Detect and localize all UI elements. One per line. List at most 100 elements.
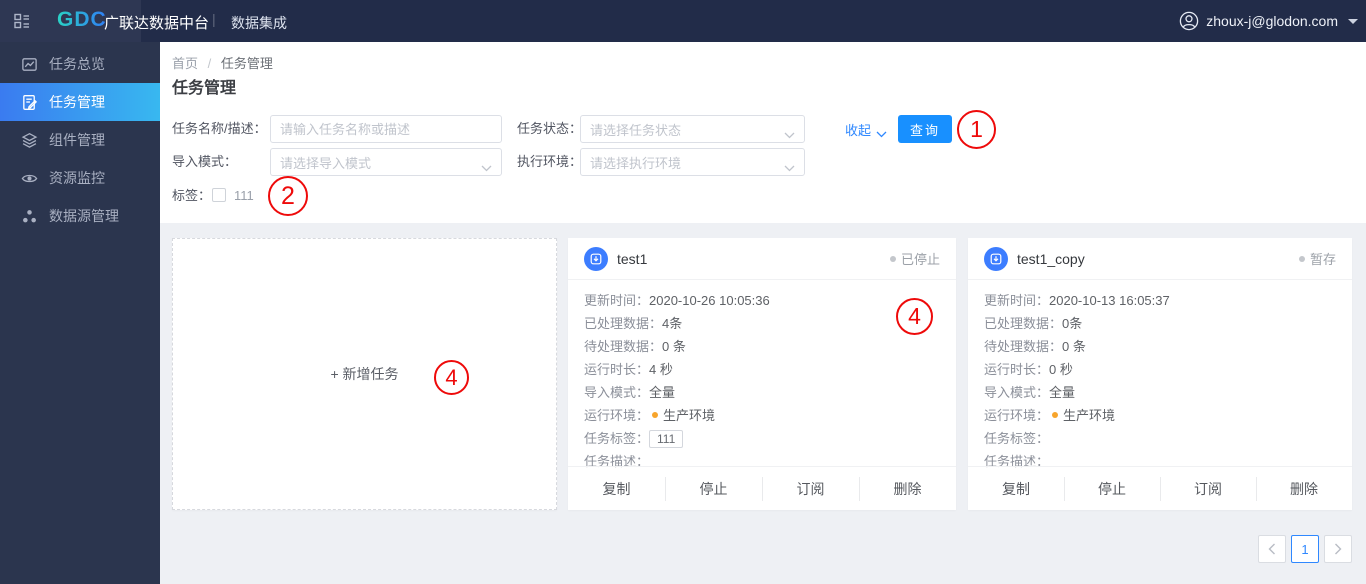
- task-card-footer: 复制 停止 订阅 删除: [568, 466, 956, 510]
- task-card-footer: 复制 停止 订阅 删除: [968, 466, 1352, 510]
- exec-env-select[interactable]: 请选择执行环境: [580, 148, 805, 176]
- field-label: 已处理数据：: [584, 316, 663, 331]
- chevron-down-icon: [481, 159, 492, 171]
- copy-button[interactable]: 复制: [968, 467, 1064, 510]
- pagination: 1: [1258, 535, 1352, 563]
- tag-checkbox-label: 111: [234, 188, 254, 203]
- annotation-circle-4b: 4: [896, 298, 933, 335]
- sidebar-item-datasource[interactable]: 数据源管理: [0, 197, 160, 235]
- task-name-label: 任务名称/描述：: [172, 121, 267, 136]
- page-title: 任务管理: [172, 80, 237, 97]
- task-card-header: test1 已停止: [568, 238, 956, 280]
- topbar-nav-data-integration[interactable]: 数据集成: [231, 13, 287, 33]
- task-name-input[interactable]: [270, 115, 502, 143]
- task-overview-icon: [21, 56, 38, 73]
- task-card-body: 更新时间： 2020-10-13 16:05:37 已处理数据： 0条 待处理数据：…: [968, 280, 1352, 473]
- status-dot: [889, 255, 896, 262]
- breadcrumb-home[interactable]: 首页: [172, 56, 198, 71]
- task-status-placeholder: 请选择任务状态: [590, 122, 682, 138]
- task-status-badge: 暂存: [1298, 249, 1336, 268]
- env-dot: [652, 412, 659, 418]
- topbar-divider: |: [212, 11, 216, 27]
- field-label: 运行时长：: [984, 362, 1050, 377]
- field-value: 生产环境: [1063, 408, 1116, 423]
- exec-env-label: 执行环境：: [517, 154, 583, 169]
- gdc-logo: GDC: [57, 8, 107, 31]
- delete-button[interactable]: 删除: [859, 467, 956, 510]
- field-value: 4条: [662, 316, 683, 331]
- page-1-button[interactable]: 1: [1291, 535, 1319, 563]
- task-title: test1: [617, 250, 648, 267]
- stop-button[interactable]: 停止: [665, 467, 762, 510]
- breadcrumb: 首页 / 任务管理: [172, 53, 273, 72]
- annotation-circle-2: 2: [268, 176, 308, 216]
- components-icon: [21, 132, 38, 149]
- breadcrumb-separator: /: [207, 56, 212, 71]
- chevron-right-icon: [1334, 543, 1342, 555]
- field-label: 导入模式：: [984, 385, 1050, 400]
- tag-checkbox[interactable]: [212, 188, 226, 202]
- sidebar-item-label: 组件管理: [49, 132, 105, 148]
- annotation-circle-1: 1: [957, 110, 996, 149]
- sidebar-item-components[interactable]: 组件管理: [0, 121, 160, 159]
- import-mode-placeholder: 请选择导入模式: [280, 155, 372, 171]
- field-label: 更新时间：: [984, 293, 1050, 308]
- caret-down-icon: [1348, 18, 1358, 24]
- datasource-icon: [21, 208, 38, 225]
- copy-button[interactable]: 复制: [568, 467, 665, 510]
- task-manage-icon: [21, 94, 38, 111]
- field-value: 生产环境: [663, 408, 716, 423]
- status-text: 暂存: [1309, 252, 1336, 267]
- stop-button[interactable]: 停止: [1064, 467, 1160, 510]
- subscribe-button[interactable]: 订阅: [762, 467, 859, 510]
- field-label: 更新时间：: [584, 293, 650, 308]
- task-tag-chip: 111: [649, 429, 684, 448]
- field-label: 任务标签：: [584, 431, 650, 446]
- product-name: 广联达数据中台: [104, 15, 210, 32]
- task-card: test1_copy 暂存 更新时间： 2020-10-13 16:05:37 已…: [968, 238, 1352, 510]
- field-value: 0 条: [1062, 339, 1086, 354]
- field-value: 2020-10-26 10:05:36: [649, 293, 770, 308]
- sidebar-item-label: 资源监控: [49, 170, 105, 186]
- import-mode-select[interactable]: 请选择导入模式: [270, 148, 502, 176]
- import-mode-label: 导入模式：: [172, 154, 238, 169]
- sidebar-item-task-overview[interactable]: 任务总览: [0, 45, 160, 83]
- field-label: 运行环境：: [984, 408, 1050, 423]
- field-label: 运行时长：: [584, 362, 650, 377]
- task-card: test1 已停止 更新时间： 2020-10-26 10:05:36 已处理数据…: [568, 238, 956, 510]
- sidebar-item-resource-monitor[interactable]: 资源监控: [0, 159, 160, 197]
- task-type-icon: [584, 246, 608, 271]
- exec-env-placeholder: 请选择执行环境: [590, 155, 682, 171]
- task-card-header: test1_copy 暂存: [968, 238, 1352, 280]
- sidebar-item-label: 任务管理: [49, 94, 105, 110]
- task-status-badge: 已停止: [889, 249, 940, 268]
- subscribe-button[interactable]: 订阅: [1160, 467, 1256, 510]
- field-value: 0条: [1062, 316, 1083, 331]
- delete-button[interactable]: 删除: [1256, 467, 1352, 510]
- user-email: zhoux-j@glodon.com: [1206, 13, 1338, 29]
- add-task-card[interactable]: + 新增任务: [172, 238, 557, 510]
- task-status-label: 任务状态：: [517, 121, 583, 136]
- collapse-menu-icon[interactable]: [12, 11, 32, 31]
- task-status-select[interactable]: 请选择任务状态: [580, 115, 805, 143]
- task-type-icon: [984, 246, 1008, 271]
- field-label: 任务标签：: [984, 431, 1050, 446]
- field-label: 待处理数据：: [984, 339, 1063, 354]
- field-label: 待处理数据：: [584, 339, 663, 354]
- field-value: 0 秒: [1049, 362, 1073, 377]
- sidebar-item-task-manage[interactable]: 任务管理: [0, 83, 160, 121]
- field-value: 2020-10-13 16:05:37: [1049, 293, 1170, 308]
- collapse-filters-link[interactable]: 收起: [845, 115, 887, 143]
- next-page-button[interactable]: [1324, 535, 1352, 563]
- search-button[interactable]: 查询: [898, 115, 952, 143]
- breadcrumb-current: 任务管理: [220, 56, 273, 71]
- field-label: 运行环境：: [584, 408, 650, 423]
- prev-page-button[interactable]: [1258, 535, 1286, 563]
- status-text: 已停止: [900, 252, 940, 267]
- user-menu[interactable]: zhoux-j@glodon.com: [1179, 0, 1358, 42]
- status-dot: [1298, 255, 1305, 262]
- chevron-down-icon: [876, 126, 887, 137]
- field-label: 已处理数据：: [984, 316, 1063, 331]
- app-window: GDC 广联达数据中台 | 数据集成 zhoux-j@glodon.com 任务…: [0, 0, 1366, 584]
- env-dot: [1052, 412, 1059, 418]
